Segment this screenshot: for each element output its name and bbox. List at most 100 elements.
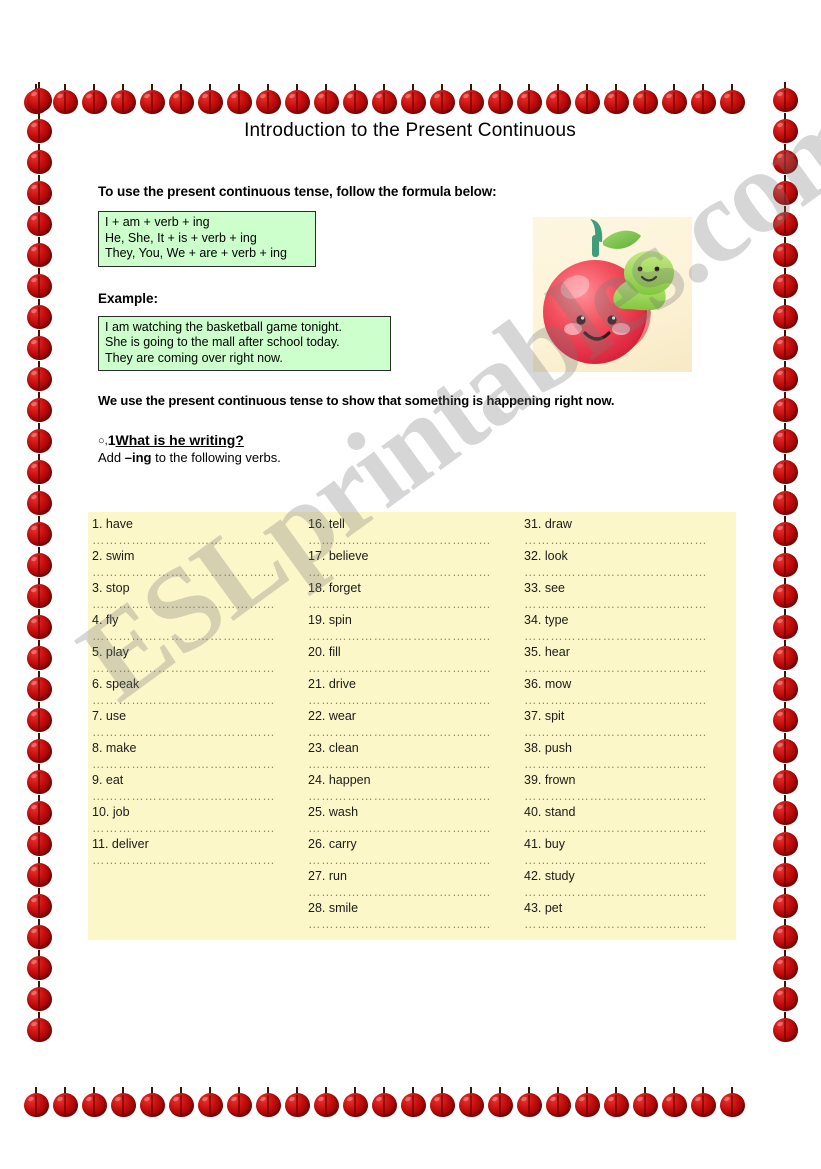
apple-bead-icon <box>771 392 800 423</box>
answer-line[interactable]: …………………………………… <box>92 564 296 580</box>
exercise-item: 36. mow <box>524 677 572 691</box>
answer-line[interactable]: …………………………………… <box>524 820 728 836</box>
apple-bead-icon <box>25 144 54 175</box>
answer-line[interactable]: …………………………………… <box>92 788 296 804</box>
apple-bead-icon <box>771 454 800 485</box>
exercise-item: 1. have <box>92 517 134 531</box>
apple-bead-icon <box>771 795 800 826</box>
answer-line[interactable]: …………………………………… <box>524 852 728 868</box>
exercise-item: 17. believe <box>308 549 369 563</box>
question-number: 1 <box>107 432 116 448</box>
apple-bead-icon <box>399 1086 428 1118</box>
answer-line[interactable]: …………………………………… <box>524 724 728 740</box>
answer-line[interactable]: …………………………………… <box>92 596 296 612</box>
answer-line[interactable]: …………………………………… <box>92 852 296 868</box>
answer-line[interactable]: …………………………………… <box>308 596 512 612</box>
answer-line[interactable]: …………………………………… <box>308 788 512 804</box>
apple-bead-icon <box>25 702 54 733</box>
apple-bead-icon <box>631 1086 660 1118</box>
exercise-item: 25. wash <box>308 805 359 819</box>
apple-bead-icon <box>771 113 800 144</box>
apple-bead-icon <box>428 1086 457 1118</box>
answer-line[interactable]: …………………………………… <box>308 884 512 900</box>
apple-bead-icon <box>25 113 54 144</box>
apple-bead-icon <box>602 1086 631 1118</box>
apple-bead-icon <box>25 733 54 764</box>
answer-line[interactable]: …………………………………… <box>308 628 512 644</box>
apple-bead-icon <box>689 1086 718 1118</box>
apple-bead-icon <box>515 1086 544 1118</box>
answer-line[interactable]: …………………………………… <box>524 916 728 932</box>
answer-line[interactable]: …………………………………… <box>524 788 728 804</box>
exercise-item: 26. carry <box>308 837 357 851</box>
answer-line[interactable]: …………………………………… <box>308 852 512 868</box>
answer-line[interactable]: …………………………………… <box>308 820 512 836</box>
answer-line[interactable]: …………………………………… <box>524 692 728 708</box>
answer-line[interactable]: …………………………………… <box>308 532 512 548</box>
apple-bead-icon <box>25 578 54 609</box>
exercise-item: 37. spit <box>524 709 565 723</box>
apple-worm-svg <box>543 219 674 364</box>
apple-bead-icon <box>25 299 54 330</box>
answer-line[interactable]: …………………………………… <box>308 724 512 740</box>
question-heading: ○,1What is he writing? <box>98 432 760 448</box>
usage-statement: We use the present continuous tense to s… <box>98 393 615 408</box>
answer-line[interactable]: …………………………………… <box>524 564 728 580</box>
answer-line[interactable]: …………………………………… <box>92 820 296 836</box>
answer-line[interactable]: …………………………………… <box>308 692 512 708</box>
exercise-item: 24. happen <box>308 773 371 787</box>
exercise-item: 43. pet <box>524 901 563 915</box>
answer-line[interactable]: …………………………………… <box>308 564 512 580</box>
exercise-item: 38. push <box>524 741 572 755</box>
exercise-item: 21. drive <box>308 677 356 691</box>
apple-bead-icon <box>25 330 54 361</box>
answer-line[interactable]: …………………………………… <box>92 756 296 772</box>
exercise-item: 34. type <box>524 613 569 627</box>
apple-border-bottom <box>22 1085 802 1119</box>
apple-border-right <box>768 82 802 1119</box>
answer-line[interactable]: …………………………………… <box>92 724 296 740</box>
apple-bead-icon <box>25 361 54 392</box>
exercise-item: 11. deliver <box>92 837 149 851</box>
apple-bead-icon <box>25 609 54 640</box>
answer-line[interactable]: …………………………………… <box>524 596 728 612</box>
answer-line[interactable]: …………………………………… <box>524 628 728 644</box>
answer-line[interactable]: …………………………………… <box>92 692 296 708</box>
apple-bead-icon <box>771 547 800 578</box>
formula-line-3: They, You, We + are + verb + ing <box>105 246 287 260</box>
apple-bead-icon <box>25 671 54 702</box>
example-line-3: They are coming over right now. <box>105 350 283 365</box>
apple-bead-icon <box>25 268 54 299</box>
answer-line[interactable]: …………………………………… <box>524 884 728 900</box>
answer-line[interactable]: …………………………………… <box>524 756 728 772</box>
apple-bead-icon <box>771 826 800 857</box>
apple-bead-icon <box>718 1086 747 1118</box>
exercise-item: 33. see <box>524 581 566 595</box>
apple-bead-icon <box>370 1086 399 1118</box>
example-line-1: I am watching the basketball game tonigh… <box>105 319 342 334</box>
apple-bead-icon <box>25 795 54 826</box>
apple-bead-icon <box>771 268 800 299</box>
question-text: What is he writing? <box>115 432 244 448</box>
apple-bead-icon <box>25 764 54 795</box>
answer-line[interactable]: …………………………………… <box>308 660 512 676</box>
worksheet-page: Introduction to the Present Continuous T… <box>0 0 821 1169</box>
instruction-prefix: Add <box>98 450 125 465</box>
apple-bead-icon <box>25 392 54 423</box>
answer-line[interactable]: …………………………………… <box>524 532 728 548</box>
apple-bead-icon <box>573 1086 602 1118</box>
apple-bead-icon <box>771 888 800 919</box>
example-box: I am watching the basketball game tonigh… <box>98 315 391 371</box>
exercise-item: 40. stand <box>524 805 576 819</box>
exercise-item: 31. draw <box>524 517 572 531</box>
apple-bead-icon <box>544 1086 573 1118</box>
answer-line[interactable]: …………………………………… <box>524 660 728 676</box>
exercise-item: 6. speak <box>92 677 140 691</box>
answer-line[interactable]: …………………………………… <box>92 532 296 548</box>
apple-bead-icon <box>25 485 54 516</box>
answer-line[interactable]: …………………………………… <box>308 756 512 772</box>
answer-line[interactable]: …………………………………… <box>92 628 296 644</box>
apple-bead-icon <box>771 330 800 361</box>
answer-line[interactable]: …………………………………… <box>92 660 296 676</box>
answer-line[interactable]: …………………………………… <box>308 916 512 932</box>
